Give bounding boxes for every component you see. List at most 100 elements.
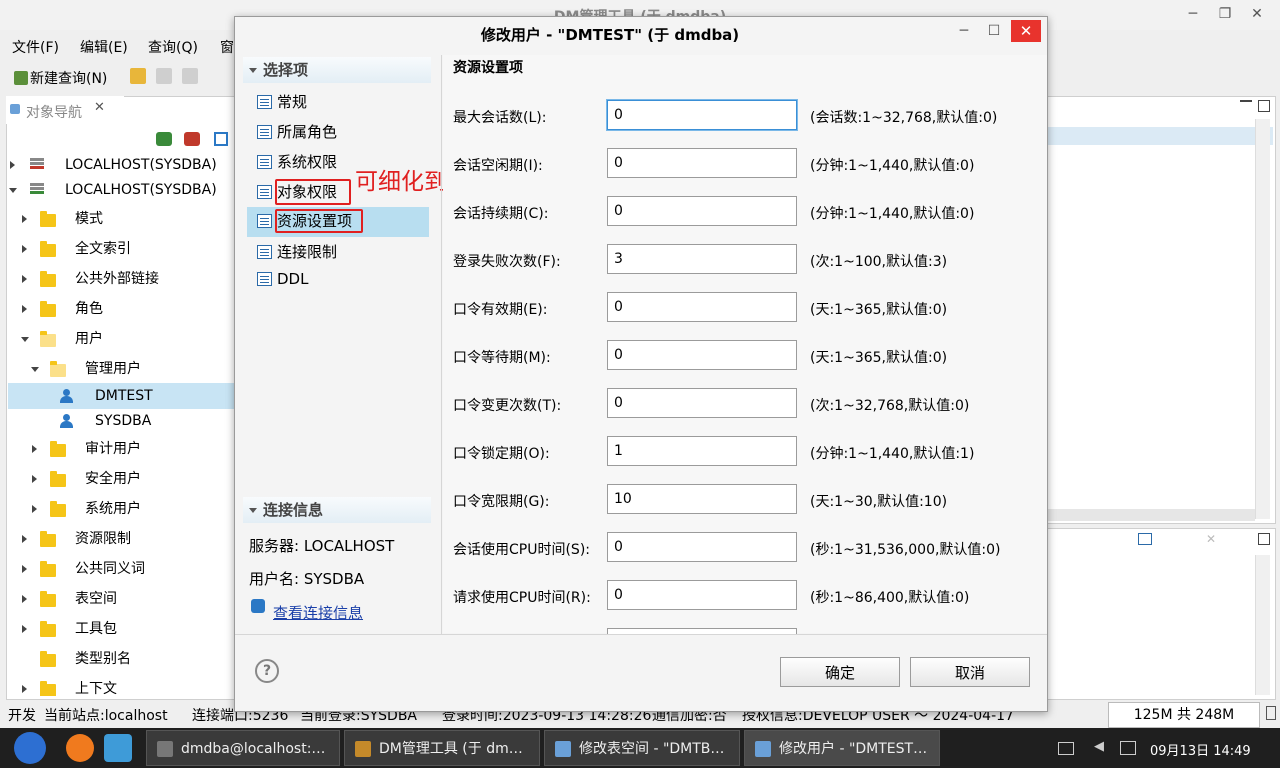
tree-node-server[interactable]: LOCALHOST(SYSDBA) (8, 152, 234, 178)
edit-icon[interactable] (214, 132, 228, 146)
save-icon[interactable] (156, 68, 172, 84)
clock[interactable]: 09月13日 14:49 (1150, 740, 1251, 759)
menu-query[interactable]: 查询(Q) (148, 37, 198, 57)
output-maximize-icon[interactable] (1258, 533, 1270, 545)
tree-node-security-users[interactable]: 安全用户 (8, 466, 234, 492)
expand-arrow-icon[interactable] (32, 445, 37, 453)
option-connection-limits[interactable]: 连接限制 (247, 238, 429, 266)
trash-icon[interactable] (1266, 706, 1276, 720)
volume-icon[interactable]: ◀ (1094, 740, 1108, 754)
firefox-icon[interactable] (66, 734, 94, 762)
panel-maximize-icon[interactable] (1258, 100, 1270, 112)
horizontal-scrollbar[interactable] (1047, 509, 1255, 521)
expand-arrow-icon[interactable] (10, 161, 15, 169)
tree-node-resource-limit[interactable]: 资源限制 (8, 526, 234, 552)
tree-node-user[interactable]: 用户 (8, 326, 234, 352)
option-ddl[interactable]: DDL (247, 265, 429, 293)
connection-section-header[interactable]: 连接信息 (243, 497, 431, 523)
object-navigator-tab[interactable]: 对象导航 ✕ (6, 96, 124, 124)
password-life-input[interactable]: 0 (607, 292, 797, 322)
menu-file[interactable]: 文件(F) (12, 37, 59, 57)
session-cpu-input[interactable]: 0 (607, 532, 797, 562)
password-lock-input[interactable]: 1 (607, 436, 797, 466)
tree-node-role[interactable]: 角色 (8, 296, 234, 322)
tree-node-audit-users[interactable]: 审计用户 (8, 436, 234, 462)
cancel-button[interactable]: 取消 (910, 657, 1030, 687)
ok-button[interactable]: 确定 (780, 657, 900, 687)
tree-node-tablespace[interactable]: 表空间 (8, 586, 234, 612)
option-general[interactable]: 常规 (247, 88, 429, 116)
view-connection-link[interactable]: 查看连接信息 (273, 602, 363, 623)
session-idle-input[interactable]: 0 (607, 148, 797, 178)
password-grace-input[interactable]: 10 (607, 484, 797, 514)
file-manager-icon[interactable] (104, 734, 132, 762)
dialog-close-button[interactable]: ✕ (1011, 20, 1041, 42)
expand-arrow-icon[interactable] (22, 625, 27, 633)
panel-minimize-icon[interactable] (1240, 100, 1252, 102)
start-menu-icon[interactable] (14, 732, 46, 764)
collapse-arrow-icon[interactable] (9, 188, 17, 193)
taskbar-item-terminal[interactable]: dmdba@localhost:… (146, 730, 340, 766)
expand-arrow-icon[interactable] (22, 245, 27, 253)
vertical-scrollbar[interactable] (1255, 119, 1270, 519)
tree-node-dmtest[interactable]: DMTEST (8, 383, 234, 409)
expand-arrow-icon[interactable] (32, 505, 37, 513)
open-folder-icon[interactable] (130, 68, 146, 84)
max-sessions-input[interactable]: 0 (607, 100, 797, 130)
tree-node-system-users[interactable]: 系统用户 (8, 496, 234, 522)
connect-icon[interactable] (156, 132, 172, 146)
tree-node-label: 类型别名 (75, 651, 131, 667)
dialog-maximize-button[interactable]: ☐ (981, 20, 1007, 42)
dialog-title-bar[interactable]: 修改用户 - "DMTEST" (于 dmdba) ─ ☐ ✕ (235, 17, 1047, 47)
clear-icon[interactable]: ✕ (1206, 533, 1218, 545)
option-roles[interactable]: 所属角色 (247, 118, 429, 146)
expand-arrow-icon[interactable] (22, 685, 27, 693)
collapse-arrow-icon[interactable] (31, 367, 39, 372)
expand-arrow-icon[interactable] (32, 475, 37, 483)
minimize-button[interactable]: ─ (1180, 3, 1206, 25)
save-all-icon[interactable] (182, 68, 198, 84)
expand-arrow-icon[interactable] (22, 535, 27, 543)
new-query-button[interactable]: 新建查询(N) (14, 68, 107, 88)
expand-arrow-icon[interactable] (22, 595, 27, 603)
help-button[interactable]: ? (255, 659, 279, 683)
session-duration-input[interactable]: 0 (607, 196, 797, 226)
login-fail-input[interactable]: 3 (607, 244, 797, 274)
taskbar-item-modify-tablespace[interactable]: 修改表空间 - "DMTB… (544, 730, 740, 766)
tree-node-package[interactable]: 工具包 (8, 616, 234, 642)
close-button[interactable]: ✕ (1244, 3, 1270, 25)
close-tab-icon[interactable]: ✕ (94, 100, 105, 115)
password-reuse-max-input[interactable]: 0 (607, 388, 797, 418)
expand-arrow-icon[interactable] (22, 565, 27, 573)
tree-node-label: DMTEST (95, 388, 153, 404)
collapse-arrow-icon[interactable] (21, 337, 29, 342)
output-scrollbar[interactable] (1255, 555, 1270, 695)
tree-node-type-alias[interactable]: 类型别名 (8, 646, 234, 672)
expand-arrow-icon[interactable] (22, 305, 27, 313)
menu-window[interactable]: 窗 (220, 37, 234, 57)
view-menu-icon[interactable] (1138, 533, 1152, 545)
tree-node-schema[interactable]: 模式 (8, 206, 234, 232)
options-section-header[interactable]: 选择项 (243, 57, 431, 83)
expand-arrow-icon[interactable] (22, 215, 27, 223)
keyboard-icon[interactable] (1058, 742, 1074, 755)
tree-node-fulltext-index[interactable]: 全文索引 (8, 236, 234, 262)
server-icon (30, 183, 44, 197)
expand-arrow-icon[interactable] (22, 275, 27, 283)
tree-node-public-link[interactable]: 公共外部链接 (8, 266, 234, 292)
pane-divider[interactable] (441, 55, 442, 635)
tree-node-server[interactable]: LOCALHOST(SYSDBA) (8, 177, 234, 203)
disconnect-icon[interactable] (184, 132, 200, 146)
taskbar-item-dm-manager[interactable]: DM管理工具 (于 dm… (344, 730, 540, 766)
network-icon[interactable] (1120, 741, 1136, 755)
call-cpu-input[interactable]: 0 (607, 580, 797, 610)
tree-node-admin-users[interactable]: 管理用户 (8, 356, 234, 382)
password-reuse-time-input[interactable]: 0 (607, 340, 797, 370)
tree-node-context[interactable]: 上下文 (8, 676, 234, 696)
menu-edit[interactable]: 编辑(E) (80, 37, 128, 57)
maximize-button[interactable]: ❐ (1212, 3, 1238, 25)
tree-node-public-synonym[interactable]: 公共同义词 (8, 556, 234, 582)
taskbar-item-modify-user[interactable]: 修改用户 - "DMTEST… (744, 730, 940, 766)
dialog-minimize-button[interactable]: ─ (951, 20, 977, 42)
tree-node-sysdba[interactable]: SYSDBA (8, 408, 234, 434)
